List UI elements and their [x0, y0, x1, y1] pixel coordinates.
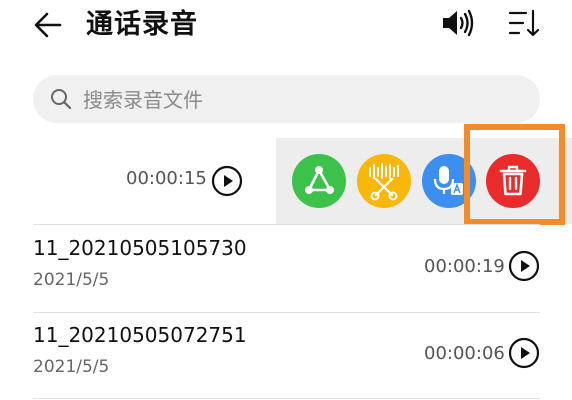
recording-duration: 00:00:15	[126, 168, 207, 189]
call-recordings-screen: 通话录音 00:00:15	[0, 0, 572, 400]
recording-row[interactable]: 11_20210505072751 2021/5/5 00:00:06	[0, 317, 572, 400]
sort-button[interactable]	[508, 8, 540, 38]
share-icon	[305, 166, 334, 194]
recording-name: 11_20210505072751	[33, 323, 247, 347]
divider	[33, 398, 540, 399]
play-icon	[211, 165, 243, 197]
recording-date: 2021/5/5	[33, 270, 110, 290]
recording-date: 2021/5/5	[33, 357, 110, 377]
speaker-icon	[443, 9, 474, 37]
back-arrow-icon	[34, 12, 62, 38]
recording-row[interactable]: 11_20210505105730 2021/5/5 00:00:19	[0, 230, 572, 316]
search-icon	[51, 89, 72, 110]
trim-icon	[369, 163, 399, 201]
divider	[33, 312, 540, 313]
delete-highlight-box	[464, 124, 565, 225]
search-bar[interactable]	[33, 75, 540, 123]
sort-icon	[508, 9, 540, 37]
trim-button[interactable]	[357, 154, 411, 208]
share-button[interactable]	[292, 154, 346, 208]
recording-name: 11_20210505105730	[33, 236, 247, 260]
play-button[interactable]	[508, 250, 540, 282]
back-button[interactable]	[32, 10, 66, 40]
recording-duration: 00:00:19	[424, 256, 505, 277]
page-title: 通话录音	[86, 9, 198, 40]
divider	[33, 224, 540, 225]
play-icon	[508, 250, 540, 282]
play-button[interactable]	[211, 165, 243, 197]
recording-duration: 00:00:06	[424, 343, 505, 364]
play-button[interactable]	[508, 337, 540, 369]
play-icon	[508, 337, 540, 369]
search-input[interactable]	[81, 81, 525, 119]
speaker-button[interactable]	[440, 8, 476, 38]
